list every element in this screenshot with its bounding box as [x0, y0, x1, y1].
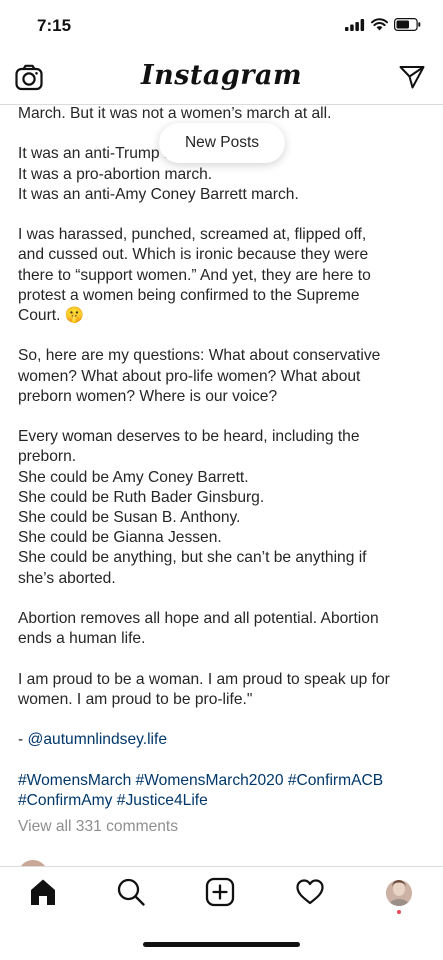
caption-line: Every woman deserves to be heard, includ… — [18, 428, 360, 446]
battery-icon — [394, 18, 421, 31]
caption-line: She could be Gianna Jessen. — [18, 529, 222, 547]
caption-blank-line — [18, 407, 428, 427]
caption-line: there to “support women.” And yet, they … — [18, 266, 371, 284]
caption-line: March. But it was not a women’s march at… — [18, 105, 332, 122]
caption-line: It was an anti-Amy Coney Barrett march. — [18, 185, 299, 203]
tab-activity[interactable] — [295, 877, 325, 912]
caption-line: I was harassed, punched, screamed at, fl… — [18, 226, 367, 244]
tab-new-post[interactable] — [205, 877, 235, 912]
caption-line: women. I am proud to be pro-life." — [18, 690, 253, 708]
notification-dot — [397, 910, 401, 914]
view-all-comments-link[interactable]: View all 331 comments — [18, 817, 428, 837]
system-icons — [345, 18, 421, 31]
caption-line: preborn. — [18, 448, 77, 466]
caption-line: protest a women being confirmed to the S… — [18, 286, 360, 304]
caption-line: ends a human life. — [18, 630, 146, 648]
caption-blank-line — [18, 589, 428, 609]
status-bar: 7:15 — [0, 0, 443, 52]
bottom-tab-bar — [0, 866, 443, 927]
caption-line: It was a pro-abortion march. — [18, 165, 213, 183]
credit-prefix: - — [18, 731, 28, 749]
home-indicator — [143, 942, 300, 947]
hashtags-line-1[interactable]: #WomensMarch #WomensMarch2020 #ConfirmAC… — [18, 771, 428, 791]
caption-line: women? What about pro-life women? What a… — [18, 367, 361, 385]
add-post-icon — [205, 877, 235, 907]
post-caption: March. But it was not a women’s march at… — [18, 104, 428, 860]
tab-search[interactable] — [116, 877, 146, 912]
profile-avatar — [386, 880, 412, 914]
caption-line: preborn women? Where is our voice? — [18, 387, 278, 405]
wifi-icon — [371, 18, 388, 31]
hashtags-line-2[interactable]: #ConfirmAmy #Justice4Life — [18, 791, 428, 811]
caption-credit: - @autumnlindsey.life — [18, 730, 428, 750]
direct-message-button[interactable] — [399, 65, 425, 94]
caption-blank-line — [18, 326, 428, 346]
caption-line: She could be Amy Coney Barrett. — [18, 468, 249, 486]
search-icon — [117, 878, 145, 906]
caption-line: I am proud to be a woman. I am proud to … — [18, 670, 390, 688]
caption-blank-line — [18, 649, 428, 669]
status-time: 7:15 — [37, 16, 72, 35]
home-icon — [31, 879, 55, 905]
author-mention-link[interactable]: @autumnlindsey.life — [28, 731, 168, 748]
caption-line: and cussed out. Which is ironic because … — [18, 246, 369, 264]
instagram-logo: Instagram — [140, 60, 303, 91]
caption-blank-line — [18, 205, 428, 225]
cellular-signal-icon — [345, 18, 365, 31]
caption-line: She could be Susan B. Anthony. — [18, 509, 241, 526]
heart-icon — [296, 879, 324, 905]
tab-home[interactable] — [28, 877, 58, 912]
caption-text: March. But it was not a women’s march at… — [18, 104, 428, 710]
caption-line: She could be anything, but she can’t be … — [18, 549, 367, 567]
caption-line: So, here are my questions: What about co… — [18, 347, 381, 365]
tab-profile[interactable] — [384, 879, 414, 920]
caption-line: Abortion removes all hope and all potent… — [18, 610, 379, 627]
caption-line: she’s aborted. — [18, 569, 116, 587]
caption-line: She could be Ruth Bader Ginsburg. — [18, 488, 265, 506]
direct-message-icon — [399, 66, 425, 89]
caption-line: Court. 🤫 — [18, 307, 85, 324]
app-header: Instagram — [0, 52, 443, 105]
new-posts-button[interactable]: New Posts — [159, 123, 285, 163]
